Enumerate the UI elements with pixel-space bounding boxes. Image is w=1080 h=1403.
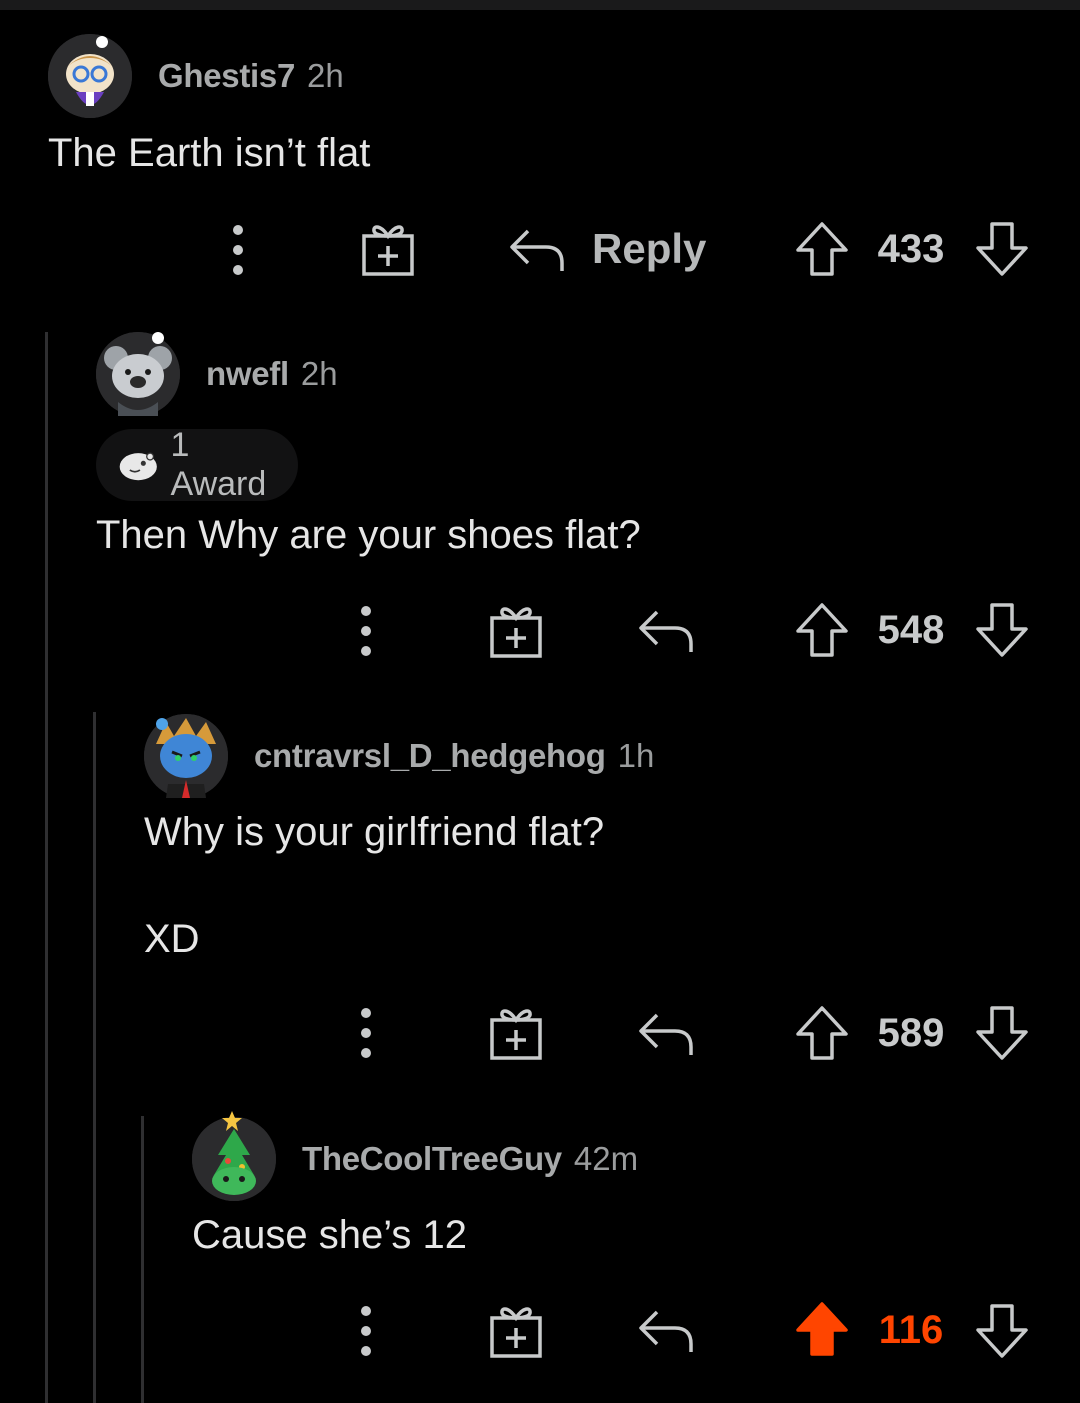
- award-badge[interactable]: 1 Award: [96, 426, 298, 503]
- snoo-avatar-glasses-icon: [48, 34, 132, 118]
- comment-body-line-2: XD: [144, 917, 200, 961]
- more-options-button[interactable]: [346, 1301, 386, 1361]
- comment-body: The Earth isn’t flat: [48, 131, 371, 175]
- downvote-arrow-icon: [976, 1304, 1028, 1358]
- upvote-filled-icon: [796, 1302, 848, 1356]
- downvote-arrow-icon: [976, 222, 1028, 276]
- more-options-button[interactable]: [346, 1003, 386, 1063]
- more-vertical-icon: [361, 606, 371, 656]
- comment-header: Ghestis7 2h: [48, 34, 344, 118]
- more-vertical-icon: [233, 225, 243, 275]
- reply-button[interactable]: [636, 1005, 696, 1061]
- gift-plus-icon: [490, 1009, 542, 1060]
- downvote-button[interactable]: [974, 1004, 1030, 1062]
- gift-plus-icon: [362, 225, 414, 276]
- online-indicator: [156, 718, 168, 730]
- comment-body: Cause she’s 12: [192, 1213, 467, 1257]
- username[interactable]: cntravrsl_D_hedgehog: [254, 737, 606, 775]
- award-button[interactable]: [486, 600, 546, 660]
- vote-score: 589: [877, 1011, 945, 1055]
- reply-button[interactable]: [636, 1302, 696, 1358]
- vote-score: 116: [878, 1308, 944, 1352]
- username[interactable]: TheCoolTreeGuy: [302, 1140, 562, 1178]
- comment-header: cntravrsl_D_hedgehog 1h: [144, 714, 654, 798]
- upvote-arrow-icon: [796, 222, 848, 276]
- downvote-button[interactable]: [974, 601, 1030, 659]
- upvote-button[interactable]: [794, 1004, 850, 1062]
- timestamp: 42m: [573, 1140, 639, 1177]
- user-avatar[interactable]: [192, 1111, 276, 1201]
- thread-line-level-3[interactable]: [141, 1116, 144, 1403]
- more-options-button[interactable]: [218, 220, 258, 280]
- upvote-button[interactable]: [794, 220, 850, 278]
- username[interactable]: Ghestis7: [158, 57, 295, 95]
- comment-header: TheCoolTreeGuy 42m: [192, 1111, 639, 1201]
- gift-plus-icon: [490, 1307, 542, 1358]
- more-options-button[interactable]: [346, 601, 386, 661]
- downvote-arrow-icon: [976, 603, 1028, 657]
- snoo-avatar-koala-icon: [96, 332, 180, 416]
- star-icon: [222, 1111, 242, 1131]
- top-bar: [0, 0, 1080, 10]
- downvote-button[interactable]: [974, 220, 1030, 278]
- vote-score: 433: [877, 227, 945, 271]
- reply-arrow-icon: [639, 1013, 693, 1055]
- timestamp: 1h: [617, 737, 655, 774]
- upvote-button-active[interactable]: [794, 1300, 850, 1358]
- user-avatar[interactable]: [96, 332, 180, 416]
- reply-arrow-icon: [639, 610, 693, 652]
- gift-plus-icon: [490, 607, 542, 658]
- downvote-arrow-icon: [976, 1006, 1028, 1060]
- vote-score: 548: [877, 608, 945, 652]
- comment-body-line-1: Why is your girlfriend flat?: [144, 810, 605, 854]
- timestamp: 2h: [307, 57, 344, 94]
- reply-button[interactable]: Reply: [508, 216, 708, 282]
- upvote-arrow-icon: [796, 603, 848, 657]
- reply-button[interactable]: [636, 602, 696, 658]
- user-avatar[interactable]: [144, 714, 228, 798]
- thread-line-level-2[interactable]: [93, 712, 96, 1403]
- upvote-button[interactable]: [794, 601, 850, 659]
- online-indicator: [152, 332, 164, 344]
- downvote-button[interactable]: [974, 1302, 1030, 1360]
- user-avatar[interactable]: [48, 34, 132, 118]
- reply-arrow-icon: [639, 1310, 693, 1352]
- award-button[interactable]: [486, 1300, 546, 1360]
- reply-label: Reply: [592, 225, 707, 272]
- comment-body: Then Why are your shoes flat?: [96, 513, 641, 557]
- more-vertical-icon: [361, 1008, 371, 1058]
- upvote-arrow-icon: [796, 1006, 848, 1060]
- reply-arrow-icon: [510, 229, 564, 271]
- thread-line-level-1[interactable]: [45, 332, 48, 1403]
- award-button[interactable]: [358, 218, 418, 278]
- comment-header: nwefl 2h: [96, 332, 338, 416]
- award-face-icon: [119, 452, 157, 481]
- online-indicator: [96, 36, 108, 48]
- more-vertical-icon: [361, 1306, 371, 1356]
- username[interactable]: nwefl: [206, 355, 289, 393]
- award-label: 1 Award: [170, 426, 267, 503]
- timestamp: 2h: [300, 355, 338, 392]
- award-button[interactable]: [486, 1002, 546, 1062]
